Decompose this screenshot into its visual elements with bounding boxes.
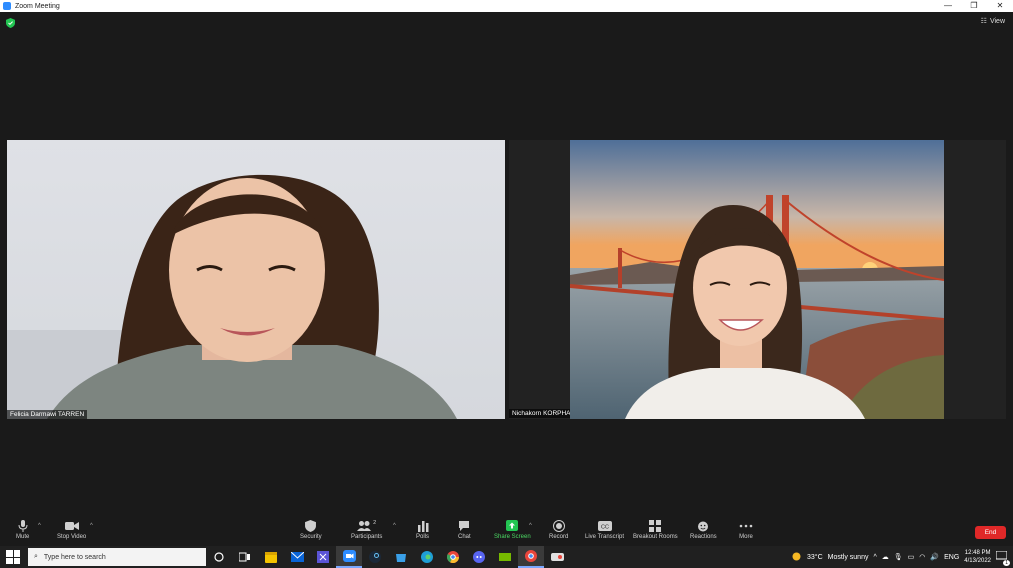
participant-video-2 [570,140,944,419]
window-titlebar: Zoom Meeting — ❐ ✕ [0,0,1013,12]
polls-button[interactable]: Polls [416,520,429,540]
participants-count: 2 [373,520,377,526]
search-icon: ⌕ [34,553,38,560]
participants-options-caret[interactable]: ^ [393,523,396,529]
chat-button[interactable]: Chat [458,520,471,540]
cortana-icon[interactable] [206,546,232,568]
calendar-app-icon[interactable] [258,546,284,568]
edge-browser-icon[interactable] [414,546,440,568]
system-tray: 33°C Mostly sunny ^ ☁ 🎙 ▭ ◠ 🔊 ENG 12:48 … [791,549,1013,566]
grid-icon: ☷ [980,18,987,25]
participants-button[interactable]: 2 Participants [351,520,382,540]
zoom-app-icon [3,2,11,10]
clock-date: 4/13/2022 [964,558,991,564]
windows-taskbar: ⌕ Type here to search 33°C Mostly sunny … [0,546,1013,568]
live-transcript-button[interactable]: CC Live Transcript [585,520,624,540]
security-icon [305,520,317,532]
polls-icon [417,521,428,532]
discord-icon[interactable] [466,546,492,568]
windows-start-icon[interactable] [6,550,20,564]
record-button[interactable]: Record [549,520,568,540]
clock-time: 12:48 PM [964,550,991,556]
store-app-icon[interactable] [388,546,414,568]
chrome-browser-icon[interactable] [440,546,466,568]
window-controls: — ❐ ✕ [935,0,1013,12]
tray-chevron-up-icon[interactable]: ^ [873,554,876,561]
reactions-button[interactable]: Reactions [690,520,717,540]
stop-video-button[interactable]: Stop Video [57,520,86,540]
microphone-icon [18,520,28,532]
notification-center-icon[interactable]: 1 [995,550,1010,566]
visual-studio-icon[interactable] [310,546,336,568]
taskbar-clock[interactable]: 12:48 PM 4/13/2022 [964,549,991,565]
video-options-caret[interactable]: ^ [90,523,93,529]
closed-caption-icon: CC [597,521,612,531]
participants-icon [357,521,372,531]
input-language[interactable]: ENG [944,554,959,561]
weather-description[interactable]: Mostly sunny [828,554,869,561]
weather-sun-icon[interactable] [791,551,802,564]
security-shield-icon[interactable] [6,18,15,28]
snipping-tool-icon[interactable] [544,546,570,568]
weather-temperature[interactable]: 33°C [807,554,823,561]
end-meeting-button[interactable]: End [975,526,1006,539]
volume-icon[interactable]: 🔊 [930,553,939,561]
taskbar-search-box[interactable]: ⌕ Type here to search [28,548,206,566]
minimize-button[interactable]: — [935,0,961,12]
participant-video-1 [7,174,457,419]
notification-badge: 1 [1003,560,1010,566]
chrome-active-window-icon[interactable] [518,546,544,568]
audio-options-caret[interactable]: ^ [38,523,41,529]
view-button[interactable]: ☷ View [980,17,1005,26]
window-title: Zoom Meeting [15,2,60,10]
task-view-icon[interactable] [232,546,258,568]
mail-app-icon[interactable] [284,546,310,568]
zoom-taskbar-icon[interactable] [336,546,362,568]
video-tile-2[interactable] [570,140,944,419]
steam-icon[interactable] [362,546,388,568]
more-button[interactable]: More [739,520,753,540]
microphone-tray-icon[interactable]: 🎙 [894,553,903,561]
share-screen-button[interactable]: Share Screen [494,520,531,540]
meeting-toolbar: Mute ^ Stop Video ^ Security 2 Participa… [0,517,1013,546]
nvidia-icon[interactable] [492,546,518,568]
search-placeholder: Type here to search [43,553,106,561]
record-icon [552,520,565,532]
reactions-smiley-icon [698,521,709,532]
more-dots-icon [739,524,753,528]
wifi-icon[interactable]: ◠ [919,553,925,561]
participant-nameplate: Felicia Darmawi TARREN [7,410,88,419]
breakout-rooms-icon [649,520,662,532]
svg-text:CC: CC [601,525,609,531]
share-options-caret[interactable]: ^ [529,523,532,529]
participant-nameplate: Nichakorn KORPHAI [509,409,576,418]
chat-icon [459,521,470,531]
maximize-button[interactable]: ❐ [961,0,987,12]
video-tile-1[interactable]: Felicia Darmawi TARREN [7,140,505,419]
video-camera-icon [64,522,79,530]
close-button[interactable]: ✕ [987,0,1013,12]
security-button[interactable]: Security [300,520,322,540]
breakout-rooms-button[interactable]: Breakout Rooms [633,520,678,540]
meeting-area: ☷ View Felicia Darmawi TARREN Nichakorn … [0,12,1013,517]
battery-icon[interactable]: ▭ [908,553,915,561]
onedrive-icon[interactable]: ☁ [882,553,889,561]
mute-button[interactable]: Mute [16,520,29,540]
share-screen-icon [506,520,519,531]
